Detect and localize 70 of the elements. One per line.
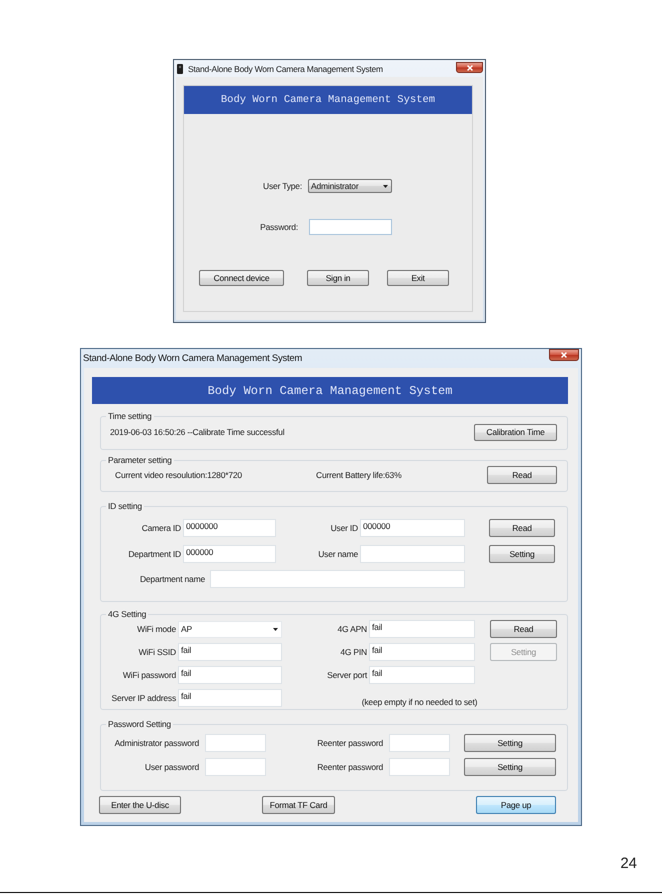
group-title: Password Setting bbox=[107, 719, 172, 729]
password-field[interactable] bbox=[389, 758, 450, 776]
enter-u-disc-button[interactable]: Enter the U-disc bbox=[99, 796, 181, 814]
password-field[interactable] bbox=[309, 219, 392, 235]
text-field[interactable]: 000000 bbox=[360, 518, 465, 536]
text-field[interactable] bbox=[210, 570, 465, 588]
status-text: 2019-06-03 16:50:26 --Calibrate Time successful bbox=[110, 427, 284, 437]
close-button[interactable] bbox=[456, 62, 483, 73]
password-field[interactable] bbox=[205, 758, 266, 776]
user-type-dropdown[interactable]: Administrator bbox=[308, 179, 392, 193]
header-banner: Body Worn Camera Management System bbox=[92, 377, 568, 404]
resolution-text: Current video resoulution:1280*720 bbox=[115, 470, 243, 480]
field-label: User name bbox=[318, 548, 359, 558]
text-field[interactable]: fail bbox=[369, 666, 475, 684]
read-button[interactable]: Read bbox=[487, 466, 557, 484]
text-field[interactable]: 000000 bbox=[183, 544, 276, 562]
text-field[interactable]: fail bbox=[178, 688, 282, 706]
text-field[interactable]: fail bbox=[369, 642, 475, 660]
setting-button[interactable]: Setting bbox=[464, 758, 556, 776]
field-label: Administrator password bbox=[114, 738, 200, 748]
field-label: Server port bbox=[327, 670, 368, 680]
password-field[interactable] bbox=[205, 734, 266, 752]
field-label: WiFi mode bbox=[137, 624, 177, 634]
close-icon bbox=[466, 64, 472, 70]
page-up-button[interactable]: Page up bbox=[476, 796, 556, 814]
field-label: User ID bbox=[330, 522, 359, 532]
field-label: Password: bbox=[260, 222, 299, 232]
format-card-button[interactable]: Format TF Card bbox=[262, 796, 335, 814]
field-label: Camera ID bbox=[142, 522, 182, 532]
field-label: User password bbox=[144, 762, 200, 772]
connect-device-button[interactable]: Connect device bbox=[199, 270, 284, 286]
group-title: 4G Setting bbox=[107, 609, 148, 619]
field-label: Reenter password bbox=[317, 738, 384, 748]
exit-button[interactable]: Exit bbox=[387, 270, 449, 286]
header-banner: Body Worn Camera Management System bbox=[184, 86, 472, 114]
camera-icon bbox=[177, 64, 183, 74]
group-title: Parameter setting bbox=[107, 455, 173, 465]
text-field[interactable]: fail bbox=[369, 620, 475, 638]
password-field[interactable] bbox=[389, 734, 450, 752]
field-label: WiFi SSID bbox=[138, 646, 177, 656]
read-button[interactable]: Read bbox=[489, 518, 555, 536]
text-field[interactable]: fail bbox=[178, 666, 282, 684]
field-label: Department name bbox=[140, 574, 206, 584]
field-label: User Type: bbox=[263, 181, 303, 191]
field-label: Server IP address bbox=[112, 692, 177, 702]
wifi-mode-dropdown[interactable]: AP bbox=[178, 620, 282, 638]
field-label: 4G APN bbox=[337, 624, 368, 634]
text-field[interactable]: 0000000 bbox=[183, 518, 276, 536]
group-title: ID setting bbox=[107, 501, 143, 511]
text-field[interactable] bbox=[360, 544, 465, 562]
window-title: Stand-Alone Body Worn Camera Management System bbox=[188, 64, 383, 74]
group-title: Time setting bbox=[107, 411, 153, 421]
page-number: 24 bbox=[620, 856, 637, 871]
field-label: 4G PIN bbox=[340, 646, 368, 656]
field-label: WiFi password bbox=[122, 670, 177, 680]
hint-text: (keep empty if no needed to set) bbox=[362, 697, 478, 707]
calibration-time-button[interactable]: Calibration Time bbox=[474, 424, 557, 440]
field-label: Department ID bbox=[128, 548, 182, 558]
sign-in-button[interactable]: Sign in bbox=[307, 270, 369, 286]
caret-icon bbox=[383, 184, 388, 188]
battery-text: Current Battery life:63% bbox=[316, 470, 402, 480]
read-button[interactable]: Read bbox=[490, 620, 557, 638]
setting-button[interactable]: Setting bbox=[464, 734, 556, 752]
close-icon bbox=[561, 352, 567, 358]
text-field[interactable]: fail bbox=[178, 642, 282, 660]
field-label: Reenter password bbox=[317, 762, 384, 772]
caret-icon bbox=[273, 628, 278, 630]
close-button[interactable] bbox=[549, 349, 579, 361]
window-title: Stand-Alone Body Worn Camera Management System bbox=[83, 353, 302, 364]
setting-button[interactable]: Setting bbox=[489, 544, 555, 562]
